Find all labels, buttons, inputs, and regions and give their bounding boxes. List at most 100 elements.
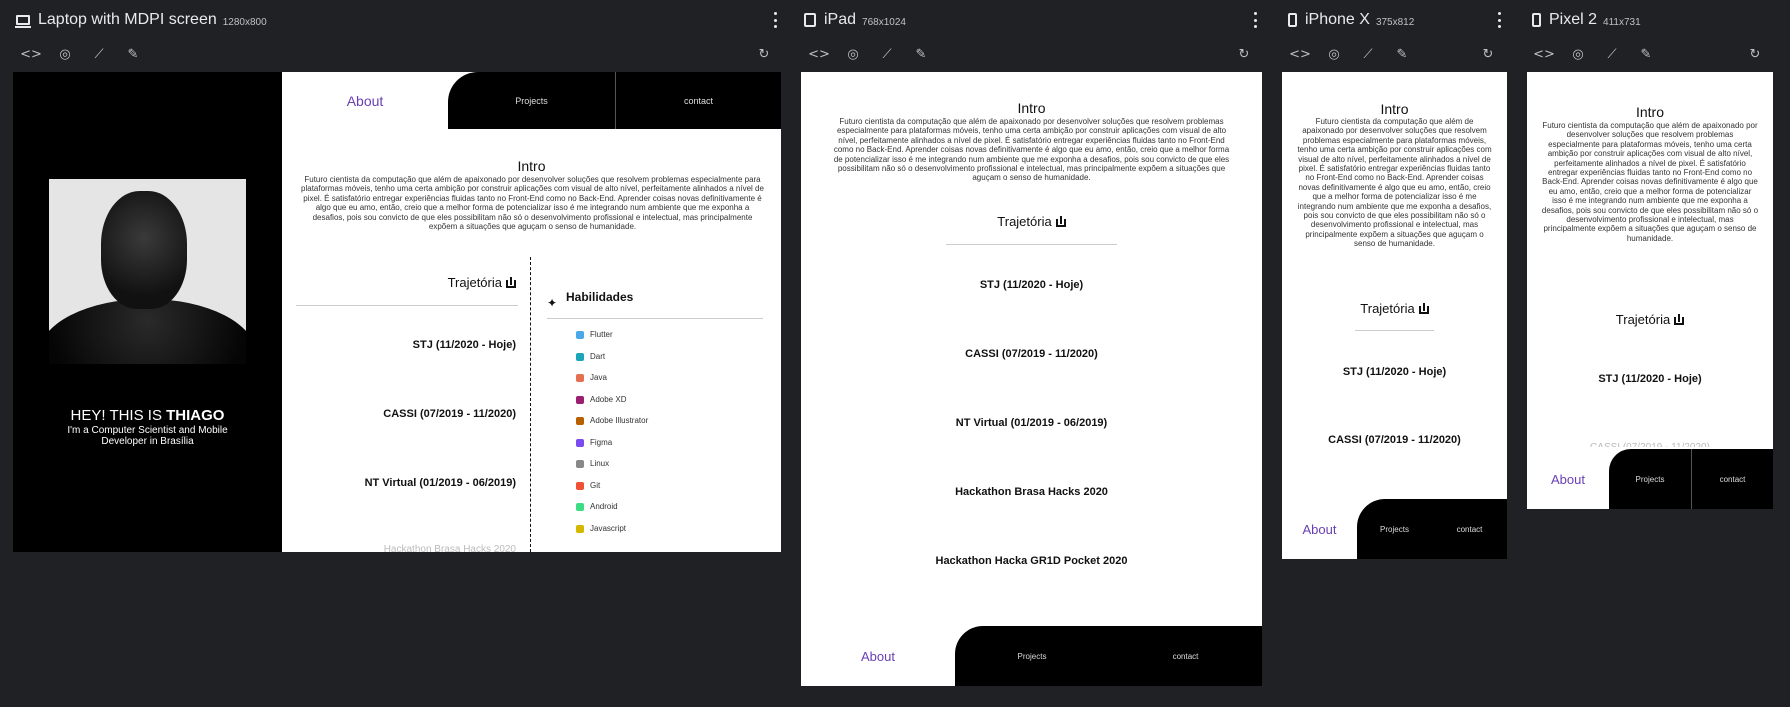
skill-item: Flutter — [576, 330, 613, 339]
device-name: iPhone X — [1305, 11, 1370, 28]
trajetoria-item-faded: Hackathon Brasa Hacks 2020 — [383, 544, 516, 552]
more-options-icon[interactable] — [774, 12, 778, 28]
sparkle-icon: ✦ — [547, 296, 558, 310]
trajetoria-item: CASSI (07/2019 - 11/2020) — [383, 408, 516, 420]
code-icon[interactable]: <> — [802, 40, 836, 68]
camera-icon[interactable]: ◎ — [1561, 40, 1595, 68]
intro-text: Futuro cientista da computação que além … — [1297, 117, 1492, 249]
adobe-xd-icon — [576, 395, 584, 404]
intro-text: Futuro cientista da computação que além … — [301, 175, 764, 232]
flip-icon[interactable]: ⟋ — [870, 40, 904, 68]
skill-item: Java — [576, 373, 607, 382]
intro-title: Intro — [1017, 100, 1046, 116]
iphone-frame: Intro Futuro cientista da computação que… — [1282, 72, 1507, 559]
flip-icon[interactable]: ⟋ — [1351, 40, 1385, 68]
pixel-frame: Intro Futuro cientista da computação que… — [1527, 72, 1773, 509]
phone-icon — [1288, 13, 1297, 27]
git-icon — [576, 481, 584, 490]
edit-icon[interactable]: ✎ — [116, 40, 150, 68]
edit-icon[interactable]: ✎ — [1629, 40, 1663, 68]
nav-contact[interactable]: contact — [1109, 626, 1262, 686]
device-size: 1280x800 — [222, 16, 267, 28]
rotate-icon[interactable]: ↻ — [1471, 40, 1505, 68]
flip-icon[interactable]: ⟋ — [1595, 40, 1629, 68]
book-icon — [506, 277, 516, 288]
intro-text: Futuro cientista da computação que além … — [833, 117, 1230, 183]
habilidades-title: Habilidades — [566, 290, 634, 304]
trajetoria-item-faded: CASSI (07/2019 - 11/2020) — [1527, 442, 1773, 447]
skill-item: Git — [576, 481, 600, 490]
laptop-toolbar: <> ◎ ⟋ ✎ — [14, 40, 150, 68]
trajetoria-title: Trajetória — [1527, 312, 1773, 327]
nav-contact[interactable]: contact — [615, 72, 781, 129]
code-icon[interactable]: <> — [1283, 40, 1317, 68]
skill-item: Adobe XD — [576, 395, 626, 404]
skill-item: Javascript — [576, 524, 626, 533]
iphone-toolbar: <> ◎ ⟋ ✎ — [1283, 40, 1419, 68]
figma-icon — [576, 438, 584, 447]
divider — [547, 318, 763, 319]
adobe-illustrator-icon — [576, 416, 584, 425]
camera-icon[interactable]: ◎ — [836, 40, 870, 68]
camera-icon[interactable]: ◎ — [48, 40, 82, 68]
skill-item: Figma — [576, 438, 612, 447]
trajetoria-item: STJ (11/2020 - Hoje) — [412, 339, 516, 351]
hero-panel: HEY! THIS IS THIAGO I'm a Computer Scien… — [13, 72, 282, 552]
ipad-frame: Intro Futuro cientista da computação que… — [801, 72, 1262, 686]
trajetoria-item: Hackathon Brasa Hacks 2020 — [955, 486, 1108, 498]
linux-icon — [576, 459, 584, 468]
edit-icon[interactable]: ✎ — [1385, 40, 1419, 68]
java-icon — [576, 373, 584, 382]
device-name: Laptop with MDPI screen — [38, 11, 217, 28]
nav-projects[interactable]: Projects — [1357, 499, 1432, 559]
skill-item: Dart — [576, 352, 605, 361]
code-icon[interactable]: <> — [1527, 40, 1561, 68]
hero-subtitle: I'm a Computer Scientist and Mobile Deve… — [67, 425, 228, 447]
nav-about[interactable]: About — [801, 626, 955, 686]
skill-item: Linux — [576, 459, 609, 468]
trajetoria-item: CASSI (07/2019 - 11/2020) — [965, 348, 1098, 360]
book-icon — [1418, 303, 1429, 314]
camera-icon[interactable]: ◎ — [1317, 40, 1351, 68]
device-size: 768x1024 — [862, 16, 906, 28]
intro-title: Intro — [1380, 101, 1409, 117]
nav-about[interactable]: About — [1527, 449, 1609, 509]
portrait-image — [49, 179, 246, 364]
rotate-icon[interactable]: ↻ — [747, 40, 781, 68]
book-icon — [1055, 216, 1066, 227]
trajetoria-item: CASSI (07/2019 - 11/2020) — [1328, 434, 1461, 446]
nav-projects[interactable]: Projects — [448, 72, 615, 129]
pixel-toolbar: <> ◎ ⟋ ✎ — [1527, 40, 1663, 68]
more-options-icon[interactable] — [1254, 12, 1258, 28]
divider — [296, 305, 518, 306]
laptop-frame: HEY! THIS IS THIAGO I'm a Computer Scien… — [13, 72, 781, 552]
more-options-icon[interactable] — [1498, 12, 1502, 28]
ipad-toolbar: <> ◎ ⟋ ✎ — [802, 40, 938, 68]
nav-projects[interactable]: Projects — [1609, 449, 1691, 509]
ipad-device-header: iPad 768x1024 — [804, 0, 906, 40]
laptop-device-header: Laptop with MDPI screen 1280x800 — [15, 0, 267, 40]
nav-about[interactable]: About — [282, 72, 448, 129]
divider — [946, 244, 1117, 245]
phone-icon — [1532, 13, 1541, 27]
nav-contact[interactable]: contact — [1432, 499, 1507, 559]
iphone-device-header: iPhone X 375x812 — [1288, 0, 1414, 40]
top-nav: About Projects contact — [282, 72, 781, 129]
android-icon — [576, 502, 584, 511]
trajetoria-item: NT Virtual (01/2019 - 06/2019) — [364, 477, 516, 489]
pixel-device-header: Pixel 2 411x731 — [1532, 0, 1641, 40]
code-icon[interactable]: <> — [14, 40, 48, 68]
edit-icon[interactable]: ✎ — [904, 40, 938, 68]
laptop-icon — [15, 15, 31, 28]
rotate-icon[interactable]: ↻ — [1738, 40, 1772, 68]
device-name: Pixel 2 — [1549, 11, 1598, 28]
skill-item: Android — [576, 502, 618, 511]
bottom-nav: About Projects contact — [1282, 499, 1507, 559]
flip-icon[interactable]: ⟋ — [82, 40, 116, 68]
trajetoria-title: Trajetória — [298, 275, 516, 290]
nav-about[interactable]: About — [1282, 499, 1357, 559]
nav-projects[interactable]: Projects — [955, 626, 1109, 686]
hero-title: HEY! THIS IS THIAGO — [70, 407, 225, 424]
nav-contact[interactable]: contact — [1691, 449, 1773, 509]
rotate-icon[interactable]: ↻ — [1227, 40, 1261, 68]
